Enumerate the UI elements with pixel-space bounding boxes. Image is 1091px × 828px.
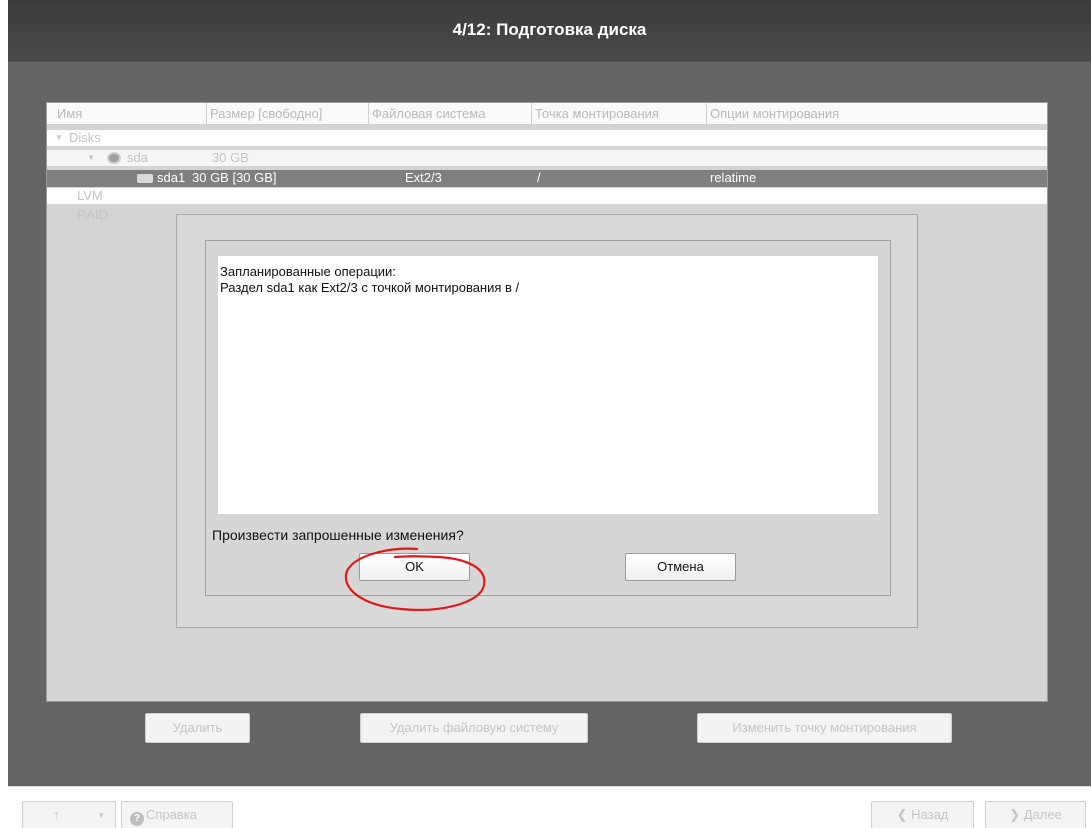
partition-name: sda1 [157, 170, 186, 185]
language-menu-button[interactable]: ↑ ▾ [22, 801, 116, 828]
partition-filesystem: Ext2/3 [405, 170, 442, 185]
help-label: Справка [146, 807, 197, 822]
help-icon: ? [130, 812, 144, 826]
expand-arrow-icon[interactable]: ▼ [55, 130, 63, 146]
chevron-down-icon: ▾ [99, 810, 104, 820]
back-label: Назад [911, 807, 949, 822]
window-title: 4/12: Подготовка диска [8, 0, 1091, 62]
disk-icon [107, 152, 121, 164]
partition-options: relatime [710, 170, 757, 185]
expand-arrow-icon[interactable]: ▼ [87, 150, 95, 166]
partition-mount-point: / [537, 170, 541, 185]
column-mount-options[interactable]: Опции монтирования [707, 103, 1049, 125]
tree-row-disks[interactable]: ▼ Disks [47, 130, 1047, 146]
tree-label: LVM [77, 188, 103, 203]
tree-header: Имя Размер [свободно] Файловая система Т… [47, 103, 1047, 125]
column-size[interactable]: Размер [свободно] [207, 103, 369, 125]
help-button[interactable]: ? Справка [121, 801, 233, 828]
operations-list: Запланированные операции: Раздел sda1 ка… [218, 256, 878, 514]
column-mount-point[interactable]: Точка монтирования [532, 103, 707, 125]
chevron-left-icon: ❮ [896, 807, 908, 822]
tree-label: RAID [77, 207, 109, 222]
back-button[interactable]: ❮ Назад [871, 801, 974, 828]
next-label: Далее [1023, 807, 1062, 822]
disk-name: sda [127, 150, 148, 165]
partition-icon [137, 174, 153, 183]
ok-button[interactable]: OK [359, 553, 470, 581]
column-name[interactable]: Имя [47, 103, 207, 125]
change-mount-point-button[interactable]: Изменить точку монтирования [697, 713, 952, 743]
next-button[interactable]: ❯ Далее [985, 801, 1086, 828]
tree-row-disk[interactable]: ▼ sda 30 GB [47, 150, 1047, 166]
delete-button[interactable]: Удалить [145, 713, 250, 743]
chevron-right-icon: ❯ [1009, 807, 1021, 822]
up-arrow-icon: ↑ [53, 807, 60, 822]
delete-filesystem-button[interactable]: Удалить файловую систему [360, 713, 588, 743]
operations-heading: Запланированные операции: [220, 264, 396, 279]
partition-size: 30 GB [30 GB] [192, 170, 277, 185]
cancel-button[interactable]: Отмена [625, 553, 736, 581]
disk-size: 30 GB [212, 150, 249, 165]
column-filesystem[interactable]: Файловая система [369, 103, 532, 125]
tree-row-partition[interactable]: sda1 30 GB [30 GB] Ext2/3 / relatime [47, 170, 1047, 187]
operation-item: Раздел sda1 как Ext2/3 с точкой монтиров… [220, 280, 520, 295]
confirm-question: Произвести запрошенные изменения? [212, 527, 464, 543]
tree-row-lvm[interactable]: LVM [47, 188, 1047, 204]
tree-label: Disks [69, 130, 101, 145]
